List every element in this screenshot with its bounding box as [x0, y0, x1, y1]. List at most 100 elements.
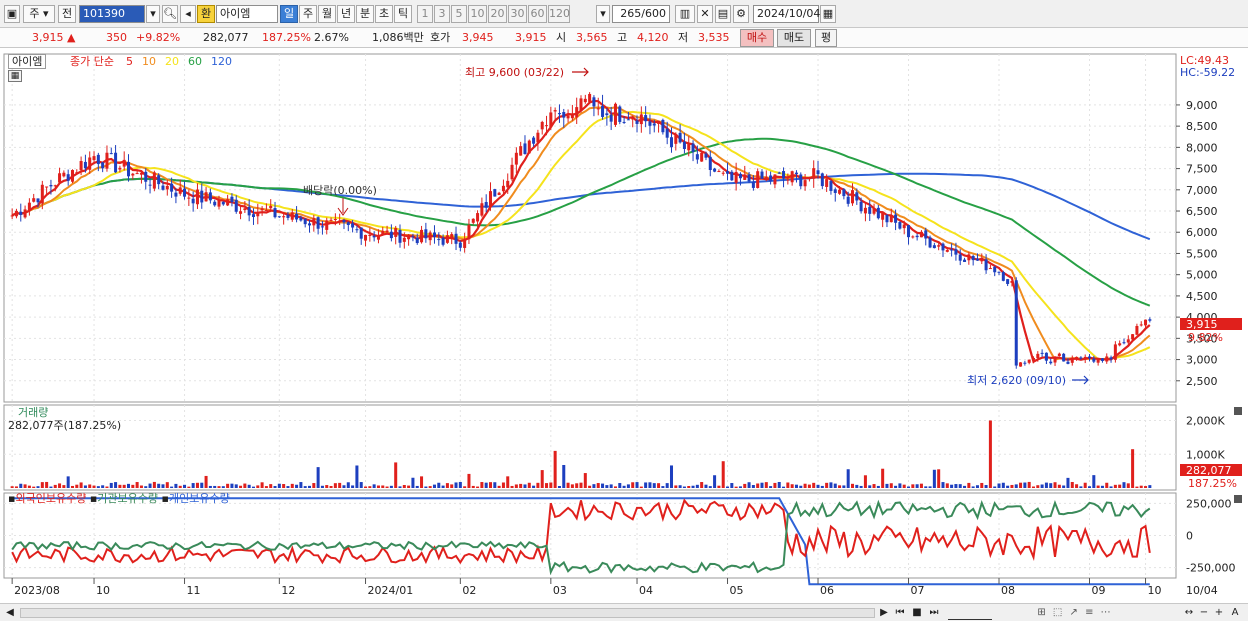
volume-bar — [988, 420, 992, 488]
volume-bar — [445, 483, 449, 488]
volume-bar — [1126, 483, 1130, 488]
save-icon[interactable]: ▤ — [715, 5, 731, 23]
zoom-out-icon[interactable]: − — [1198, 606, 1210, 620]
candle-body — [941, 243, 945, 251]
volume-bar — [1057, 484, 1061, 488]
candle-body — [359, 227, 363, 239]
candle-body — [148, 184, 152, 186]
period-button-4[interactable]: 분 — [356, 5, 374, 23]
candle-body — [1100, 358, 1104, 361]
candle-body — [402, 237, 406, 242]
stock-chart[interactable]: 9,000 8,500 8,000 7,500 7,000 6,500 6,000 5,500… — [0, 48, 1248, 603]
sell-button[interactable]: 매도 — [777, 29, 811, 47]
candle-body — [618, 106, 622, 122]
period-button-1[interactable]: 주 — [299, 5, 317, 23]
search-icon[interactable]: 🔍︎ — [162, 5, 178, 23]
candle-body — [131, 173, 135, 176]
price-tick-label: 5,000 — [1186, 269, 1218, 282]
legend-stock-name[interactable]: 아이엠 — [8, 54, 47, 69]
candle-body — [441, 237, 445, 245]
code-dropdown-icon[interactable]: ▾ — [146, 5, 160, 23]
volume-bar — [497, 485, 501, 488]
range-button-3[interactable]: 3 — [434, 5, 450, 23]
volume-bar — [1040, 484, 1044, 488]
ma-legend-120[interactable]: 120 — [211, 55, 232, 68]
stop-icon[interactable]: ■ — [910, 606, 924, 620]
volume-bar — [14, 486, 18, 488]
price-tick-label: 6,500 — [1186, 205, 1218, 218]
volume-bar — [282, 484, 286, 488]
volume-bar — [1079, 486, 1083, 488]
ma-legend-5[interactable]: 5 — [126, 55, 133, 68]
volume-bar — [876, 485, 880, 488]
volume-bar — [488, 482, 493, 488]
period-button-3[interactable]: 년 — [337, 5, 355, 23]
rewind-icon[interactable]: ⏮ — [893, 606, 907, 620]
table-icon[interactable]: ▦ — [8, 70, 22, 82]
speaker-icon[interactable]: ◂ — [180, 5, 196, 23]
forward-icon[interactable]: ⏭ — [927, 606, 941, 620]
count-dropdown-icon[interactable]: ▾ — [596, 5, 610, 23]
period-button-2[interactable]: 월 — [318, 5, 336, 23]
range-button-5[interactable]: 5 — [451, 5, 467, 23]
volume-bar — [700, 482, 704, 488]
scroll-left-icon[interactable]: ◀ — [4, 606, 16, 620]
font-size-icon[interactable]: A — [1228, 606, 1242, 620]
market-button[interactable]: 전 — [58, 5, 76, 23]
volume-bar — [1001, 482, 1005, 488]
volume-bar — [139, 485, 143, 488]
ma-legend-20[interactable]: 20 — [165, 55, 179, 68]
range-button-1[interactable]: 1 — [417, 5, 433, 23]
volume-bar — [1023, 482, 1027, 488]
range-button-60[interactable]: 60 — [528, 5, 547, 23]
period-button-6[interactable]: 틱 — [394, 5, 412, 23]
candle-body — [665, 128, 669, 138]
zoom-in-icon[interactable]: + — [1213, 606, 1225, 620]
ma-legend-10[interactable]: 10 — [142, 55, 156, 68]
volume-bar — [639, 486, 643, 488]
candle-body — [687, 144, 691, 151]
zoom-slider[interactable] — [948, 606, 992, 620]
horizontal-scrollbar[interactable] — [20, 608, 875, 618]
volume-bar — [355, 465, 359, 488]
volume-bar — [10, 486, 14, 488]
time-tick-label: 03 — [553, 584, 567, 597]
volume-bar — [204, 475, 208, 488]
bar-width-icon[interactable]: ↔ — [1183, 606, 1195, 620]
candle-body — [471, 218, 475, 223]
candle-body — [23, 209, 27, 218]
candle-type-icon[interactable]: ▥ — [675, 5, 695, 23]
volume-bar — [118, 484, 122, 488]
date-field[interactable]: 2024/10/04 — [753, 5, 820, 23]
range-button-120[interactable]: 120 — [548, 5, 570, 23]
exchange-badge[interactable]: 환 — [197, 5, 215, 23]
period-type-select[interactable]: 주 ▾ — [23, 5, 55, 23]
candle-body — [644, 115, 648, 122]
buy-button[interactable]: 매수 — [740, 29, 774, 47]
bar-count-field[interactable]: 265/600 — [612, 5, 670, 23]
candle-body — [118, 167, 122, 170]
candle-body — [928, 237, 932, 248]
period-button-0[interactable]: 일 — [280, 5, 298, 23]
volume-bar — [1044, 482, 1048, 488]
ma-legend-60[interactable]: 60 — [188, 55, 202, 68]
eval-button[interactable]: 평 — [815, 29, 837, 47]
volume-bar — [743, 483, 747, 488]
volume-bar — [83, 485, 87, 488]
range-button-30[interactable]: 30 — [508, 5, 527, 23]
stock-code-input[interactable]: 101390 — [79, 5, 145, 23]
stock-name-field[interactable]: 아이엠 — [216, 5, 278, 23]
calendar-icon[interactable]: ▦ — [820, 5, 836, 23]
volume-bar — [501, 482, 505, 488]
crosshair-icon[interactable]: ✕ — [697, 5, 713, 23]
settings-icon[interactable]: ⚙ — [733, 5, 749, 23]
candle-body — [385, 230, 389, 233]
range-button-20[interactable]: 20 — [488, 5, 507, 23]
range-button-10[interactable]: 10 — [468, 5, 487, 23]
candle-body — [307, 223, 312, 226]
period-button-5[interactable]: 초 — [375, 5, 393, 23]
scroll-right-icon[interactable]: ▶ — [878, 606, 890, 620]
drawing-tools[interactable]: ⊞ ⬚ ↗ ≡ ⋯ — [1005, 606, 1145, 620]
window-icon[interactable]: ▣ — [4, 5, 20, 23]
candle-body — [1144, 319, 1148, 326]
